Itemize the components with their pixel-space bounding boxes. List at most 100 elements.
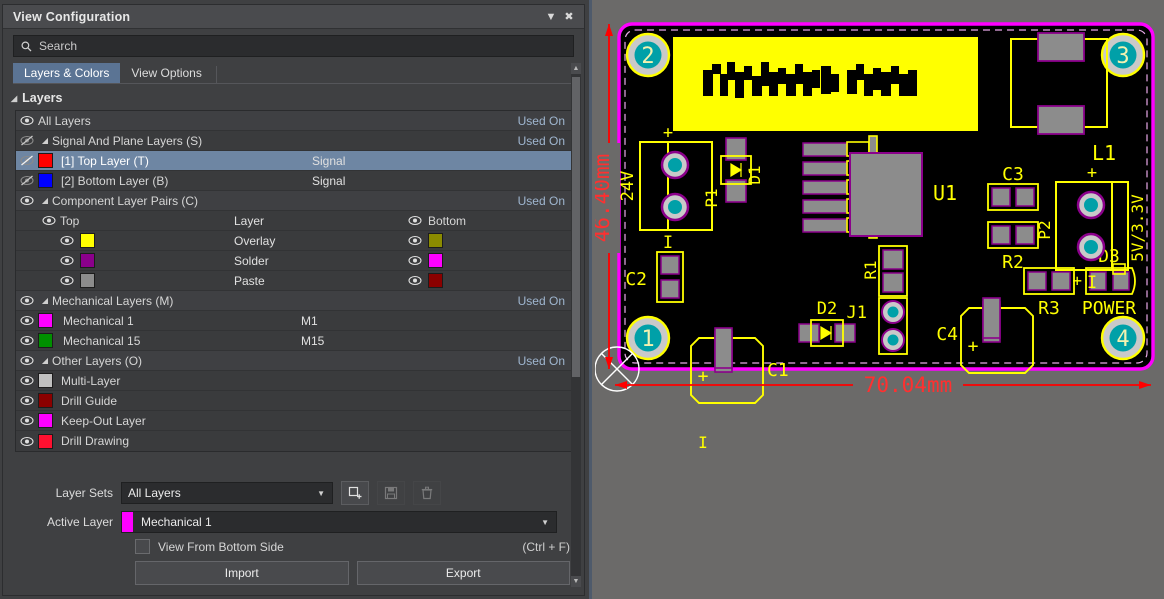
layer-row-all-layers[interactable]: All Layers Used On — [16, 111, 573, 131]
layer-row-drill-drawing[interactable]: Drill Drawing — [16, 431, 573, 451]
hole-number: 4 — [1116, 327, 1129, 352]
designator-c2: C2 — [625, 269, 647, 290]
eye-visible-icon[interactable] — [16, 395, 38, 406]
layer-color-swatch[interactable] — [38, 373, 53, 388]
panel-body: View Configuration ▼ ✖ Search Layers & C… — [2, 4, 585, 596]
chevron-expanded-icon[interactable]: ◢ — [38, 196, 52, 205]
layer-row-bottom-layer[interactable]: [2] Bottom Layer (B) Signal — [16, 171, 573, 191]
layer-label: [2] Bottom Layer (B) — [61, 173, 169, 188]
pair-row-paste[interactable]: Paste — [16, 271, 573, 291]
close-icon[interactable]: ✖ — [560, 8, 578, 26]
pair-top-color-swatch[interactable] — [80, 273, 95, 288]
panel-scrollbar[interactable]: ▲ ▼ — [571, 63, 581, 587]
layer-row-other-group[interactable]: ◢ Other Layers (O) Used On — [16, 351, 573, 371]
pair-top-color-swatch[interactable] — [80, 233, 95, 248]
tab-view-options[interactable]: View Options — [120, 63, 212, 83]
layer-color-swatch[interactable] — [38, 413, 53, 428]
scroll-up-button[interactable]: ▲ — [571, 63, 581, 74]
eye-hidden-icon[interactable] — [16, 135, 38, 146]
import-button[interactable]: Import — [135, 561, 349, 585]
eye-visible-icon[interactable] — [16, 436, 38, 447]
column-top: Top — [60, 213, 80, 228]
eye-visible-icon[interactable] — [16, 115, 38, 126]
export-button[interactable]: Export — [356, 561, 570, 585]
save-icon — [384, 486, 398, 500]
scroll-down-button[interactable]: ▼ — [571, 576, 581, 587]
active-layer-color-swatch — [122, 512, 133, 532]
designator-c4: C4 — [936, 324, 958, 345]
eye-visible-icon[interactable] — [408, 235, 422, 246]
pair-bottom-color-swatch[interactable] — [428, 273, 443, 288]
eye-visible-icon[interactable] — [408, 255, 422, 266]
mounting-hole-2: 2 — [625, 32, 671, 78]
pcb-layout[interactable]: 2 3 1 4 + I 24V P1 D1 U1 R1 J1 D2 C2 + I… — [595, 0, 1164, 599]
annotation-5v-33v: 5V/3.3V — [1128, 194, 1147, 262]
designator-r1: R1 — [861, 260, 880, 279]
layer-row-top-layer[interactable]: [1] Top Layer (T) Signal — [16, 151, 573, 171]
layer-color-swatch[interactable] — [38, 393, 53, 408]
eye-visible-icon[interactable] — [60, 255, 74, 266]
column-layer: Layer — [234, 213, 265, 228]
eye-visible-icon[interactable] — [16, 195, 38, 206]
add-layer-set-button[interactable] — [341, 481, 369, 505]
used-on-link[interactable]: Used On — [518, 114, 565, 128]
eye-hidden-icon[interactable] — [16, 155, 38, 166]
layer-color-swatch[interactable] — [38, 433, 53, 449]
layer-color-swatch[interactable] — [38, 153, 53, 168]
eye-visible-icon[interactable] — [60, 275, 74, 286]
hole-number: 2 — [641, 44, 654, 69]
chevron-down-icon[interactable]: ▼ — [542, 8, 560, 26]
used-on-link[interactable]: Used On — [518, 294, 565, 308]
active-layer-dropdown[interactable]: Mechanical 1 ▼ — [121, 511, 557, 533]
eye-hidden-icon[interactable] — [16, 175, 38, 186]
layer-sets-dropdown[interactable]: All Layers ▼ — [121, 482, 333, 504]
eye-visible-icon[interactable] — [16, 315, 38, 326]
eye-visible-icon[interactable] — [38, 215, 60, 226]
layer-row-drill-guide[interactable]: Drill Guide — [16, 391, 573, 411]
layers-section-header[interactable]: ◢ Layers — [3, 84, 584, 110]
search-input[interactable]: Search — [13, 35, 574, 57]
scrollbar-thumb[interactable] — [572, 77, 580, 377]
eye-visible-icon[interactable] — [408, 275, 422, 286]
pair-bottom-color-swatch[interactable] — [428, 253, 443, 268]
layer-row-keep-out-layer[interactable]: Keep-Out Layer — [16, 411, 573, 431]
used-on-link[interactable]: Used On — [518, 354, 565, 368]
annotation-24v: 24V — [618, 171, 638, 202]
view-configuration-panel: View Configuration ▼ ✖ Search Layers & C… — [0, 0, 592, 599]
layer-color-swatch[interactable] — [38, 313, 53, 328]
used-on-link[interactable]: Used On — [518, 134, 565, 148]
view-from-bottom-checkbox[interactable] — [135, 539, 150, 554]
layer-row-signal-and-plane[interactable]: ◢ Signal And Plane Layers (S) Used On — [16, 131, 573, 151]
delete-layer-set-button[interactable] — [413, 481, 441, 505]
chevron-expanded-icon[interactable]: ◢ — [38, 296, 52, 305]
save-layer-set-button[interactable] — [377, 481, 405, 505]
chevron-expanded-icon: ◢ — [11, 93, 18, 103]
eye-visible-icon[interactable] — [16, 295, 38, 306]
pcb-canvas[interactable]: 2 3 1 4 + I 24V P1 D1 U1 R1 J1 D2 C2 + I… — [595, 0, 1164, 599]
panel-titlebar: View Configuration ▼ ✖ — [3, 5, 584, 29]
layer-row-mechanical-1[interactable]: Mechanical 1 M1 — [16, 311, 573, 331]
eye-visible-icon[interactable] — [16, 355, 38, 366]
used-on-link[interactable]: Used On — [518, 194, 565, 208]
eye-visible-icon[interactable] — [408, 215, 422, 226]
pair-top-color-swatch[interactable] — [80, 253, 95, 268]
eye-visible-icon[interactable] — [16, 415, 38, 426]
pair-bottom-color-swatch[interactable] — [428, 233, 443, 248]
pair-row-solder[interactable]: Solder — [16, 251, 573, 271]
eye-visible-icon[interactable] — [16, 335, 38, 346]
layer-color-swatch[interactable] — [38, 173, 53, 188]
layer-type: Signal — [312, 173, 346, 188]
layer-color-swatch[interactable] — [38, 333, 53, 348]
pair-row-overlay[interactable]: Overlay — [16, 231, 573, 251]
designator-d2: D2 — [817, 299, 837, 319]
eye-visible-icon[interactable] — [60, 235, 74, 246]
eye-visible-icon[interactable] — [16, 375, 38, 386]
layer-row-mechanical-group[interactable]: ◢ Mechanical Layers (M) Used On — [16, 291, 573, 311]
layer-row-multi-layer[interactable]: Multi-Layer — [16, 371, 573, 391]
layer-row-mechanical-15[interactable]: Mechanical 15 M15 — [16, 331, 573, 351]
chevron-expanded-icon[interactable]: ◢ — [38, 356, 52, 365]
layer-label: Other Layers (O) — [52, 353, 143, 368]
layer-row-component-layer-pairs[interactable]: ◢ Component Layer Pairs (C) Used On — [16, 191, 573, 211]
chevron-expanded-icon[interactable]: ◢ — [38, 136, 52, 145]
tab-layers-and-colors[interactable]: Layers & Colors — [13, 63, 121, 83]
